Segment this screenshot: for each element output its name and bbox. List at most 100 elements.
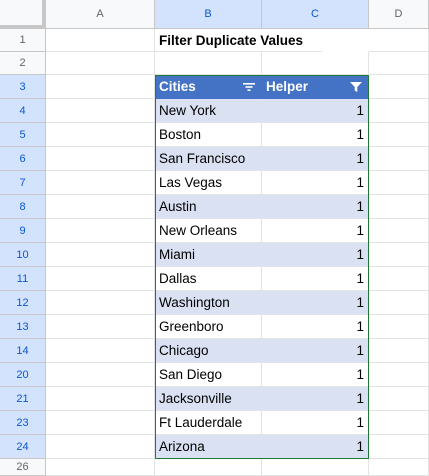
table-row-city[interactable]: Washington	[155, 291, 262, 315]
empty-cell[interactable]	[369, 411, 429, 435]
empty-cell[interactable]	[369, 171, 429, 195]
filter-funnel-icon[interactable]	[349, 81, 363, 96]
table-row-helper[interactable]: 1	[262, 123, 369, 147]
table-row-helper[interactable]: 1	[262, 411, 369, 435]
row-header-4[interactable]: 4	[0, 99, 46, 123]
sheet-title[interactable]: Filter Duplicate Values	[155, 29, 322, 52]
column-header-b[interactable]: B	[155, 0, 262, 29]
empty-cell[interactable]	[262, 52, 369, 75]
row-header-14[interactable]: 14	[0, 339, 46, 363]
table-row-city[interactable]: Miami	[155, 243, 262, 267]
row-header-13[interactable]: 13	[0, 315, 46, 339]
empty-cell[interactable]	[369, 99, 429, 123]
empty-cell[interactable]	[155, 52, 262, 75]
row-header-3[interactable]: 3	[0, 75, 46, 99]
empty-cell[interactable]	[369, 339, 429, 363]
table-row-helper[interactable]: 1	[262, 363, 369, 387]
row-header-21[interactable]: 21	[0, 387, 46, 411]
empty-cell[interactable]	[46, 123, 155, 147]
table-row-city[interactable]: Las Vegas	[155, 171, 262, 195]
row-header-6[interactable]: 6	[0, 147, 46, 171]
empty-cell[interactable]	[369, 219, 429, 243]
row-header-2[interactable]: 2	[0, 52, 46, 75]
table-row-city[interactable]: Jacksonville	[155, 387, 262, 411]
table-row-helper[interactable]: 1	[262, 219, 369, 243]
empty-cell[interactable]	[369, 363, 429, 387]
empty-cell[interactable]	[46, 219, 155, 243]
table-row-helper[interactable]: 1	[262, 147, 369, 171]
row-header-11[interactable]: 11	[0, 267, 46, 291]
empty-cell[interactable]	[369, 52, 429, 75]
table-row-city[interactable]: New Orleans	[155, 219, 262, 243]
empty-cell[interactable]	[46, 315, 155, 339]
empty-cell[interactable]	[46, 52, 155, 75]
empty-cell[interactable]	[46, 243, 155, 267]
table-row-city[interactable]: Chicago	[155, 339, 262, 363]
table-row-city[interactable]: Boston	[155, 123, 262, 147]
row-header-7[interactable]: 7	[0, 171, 46, 195]
column-header-c[interactable]: C	[262, 0, 369, 29]
empty-cell[interactable]	[46, 411, 155, 435]
table-row-city[interactable]: San Diego	[155, 363, 262, 387]
table-row-helper[interactable]: 1	[262, 387, 369, 411]
empty-cell[interactable]	[369, 243, 429, 267]
empty-cell[interactable]	[46, 387, 155, 411]
row-header-9[interactable]: 9	[0, 219, 46, 243]
empty-cell[interactable]	[369, 291, 429, 315]
empty-cell[interactable]	[46, 339, 155, 363]
empty-cell[interactable]	[46, 195, 155, 219]
empty-cell[interactable]	[369, 147, 429, 171]
table-row-city[interactable]: Austin	[155, 195, 262, 219]
table-row-city[interactable]: New York	[155, 99, 262, 123]
column-header-a[interactable]: A	[46, 0, 155, 29]
table-row-helper[interactable]: 1	[262, 99, 369, 123]
row-header-20[interactable]: 20	[0, 363, 46, 387]
empty-cell[interactable]	[369, 195, 429, 219]
empty-cell[interactable]	[369, 387, 429, 411]
empty-cell[interactable]	[46, 147, 155, 171]
empty-cell[interactable]	[46, 75, 155, 99]
empty-cell[interactable]	[369, 75, 429, 99]
table-row-city[interactable]: Arizona	[155, 435, 262, 459]
empty-cell[interactable]	[262, 459, 369, 476]
table-row-helper[interactable]: 1	[262, 243, 369, 267]
empty-cell[interactable]	[155, 459, 262, 476]
column-header-d[interactable]: D	[369, 0, 429, 29]
table-row-helper[interactable]: 1	[262, 435, 369, 459]
table-row-city[interactable]: Ft Lauderdale	[155, 411, 262, 435]
empty-cell[interactable]	[46, 171, 155, 195]
empty-cell[interactable]	[369, 459, 429, 476]
table-row-city[interactable]: Dallas	[155, 267, 262, 291]
empty-cell[interactable]	[46, 291, 155, 315]
empty-cell[interactable]	[369, 123, 429, 147]
row-header-1[interactable]: 1	[0, 29, 46, 52]
empty-cell[interactable]	[46, 435, 155, 459]
filter-lines-icon[interactable]	[242, 81, 256, 96]
empty-cell[interactable]	[46, 459, 155, 476]
row-header-8[interactable]: 8	[0, 195, 46, 219]
row-header-26[interactable]: 26	[0, 459, 46, 476]
empty-cell[interactable]	[46, 29, 155, 52]
table-row-helper[interactable]: 1	[262, 339, 369, 363]
empty-cell[interactable]	[46, 267, 155, 291]
empty-cell[interactable]	[46, 363, 155, 387]
table-row-helper[interactable]: 1	[262, 195, 369, 219]
empty-cell[interactable]	[369, 435, 429, 459]
row-header-23[interactable]: 23	[0, 411, 46, 435]
row-header-12[interactable]: 12	[0, 291, 46, 315]
row-header-24[interactable]: 24	[0, 435, 46, 459]
empty-cell[interactable]	[369, 267, 429, 291]
table-row-helper[interactable]: 1	[262, 267, 369, 291]
empty-cell[interactable]	[46, 99, 155, 123]
table-row-helper[interactable]: 1	[262, 315, 369, 339]
header-cities[interactable]: Cities	[155, 75, 262, 99]
row-header-5[interactable]: 5	[0, 123, 46, 147]
empty-cell[interactable]	[369, 315, 429, 339]
empty-cell[interactable]	[369, 29, 429, 52]
table-row-helper[interactable]: 1	[262, 291, 369, 315]
table-row-city[interactable]: San Francisco	[155, 147, 262, 171]
header-helper[interactable]: Helper	[262, 75, 369, 99]
table-row-city[interactable]: Greenboro	[155, 315, 262, 339]
table-row-helper[interactable]: 1	[262, 171, 369, 195]
select-all-corner[interactable]	[0, 0, 46, 29]
